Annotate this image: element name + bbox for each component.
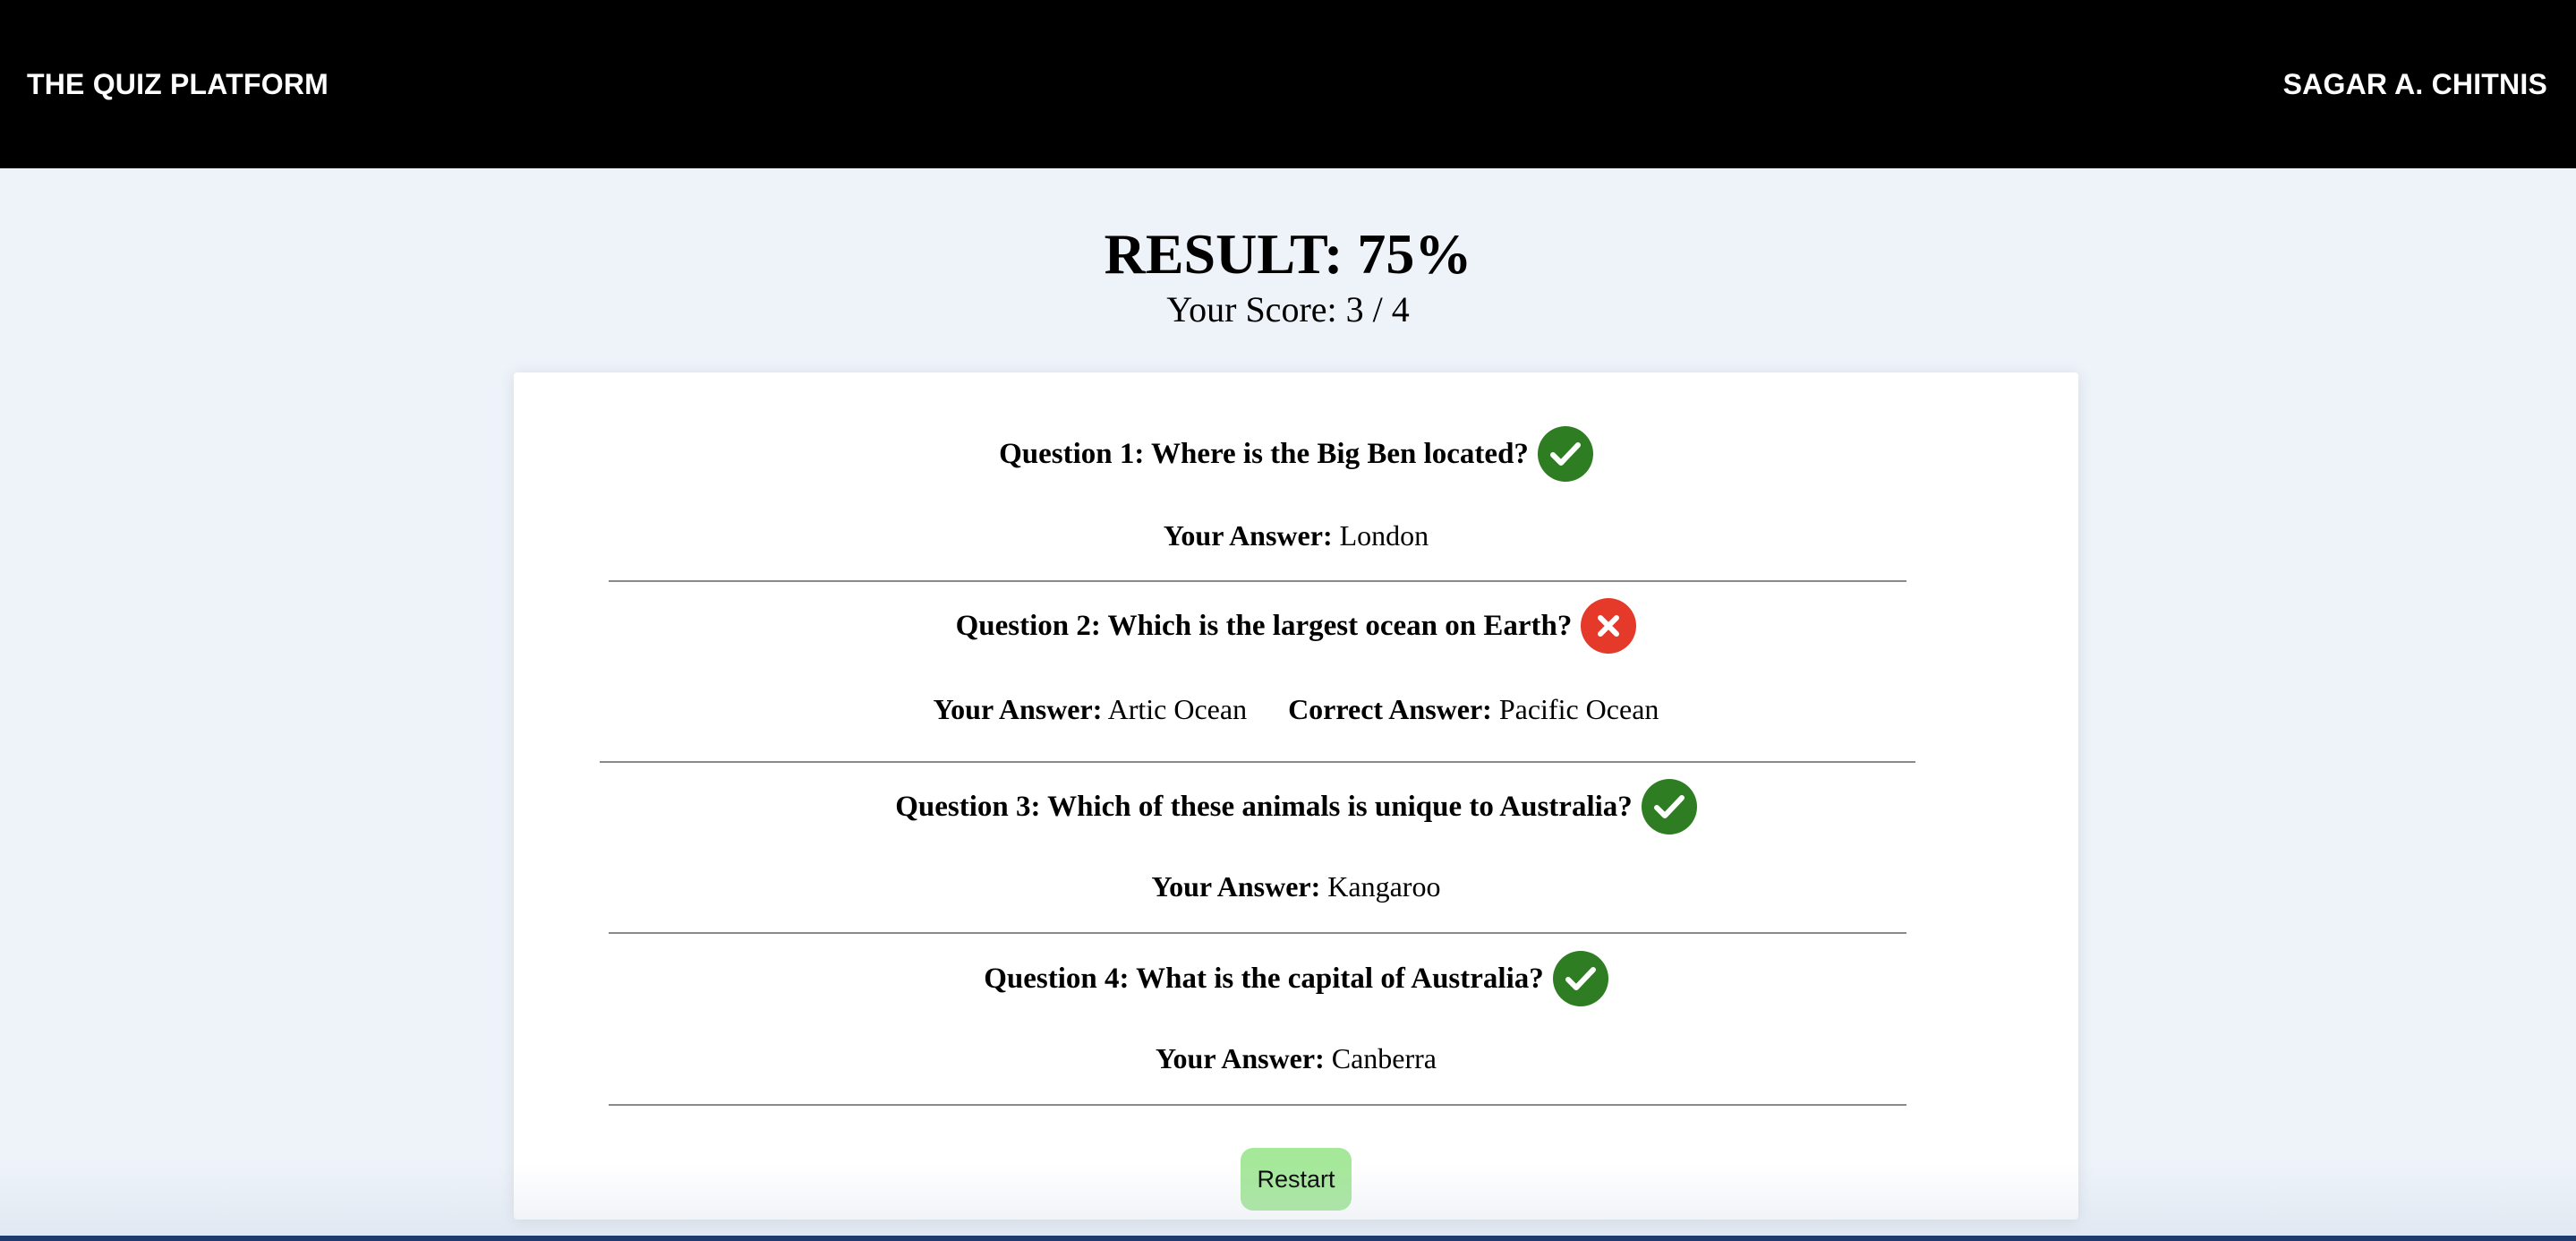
divider <box>609 580 1906 582</box>
bottom-edge <box>0 1236 2576 1241</box>
question-4-title: Question 4: What is the capital of Austr… <box>984 962 1544 995</box>
top-navbar: THE QUIZ PLATFORM SAGAR A. CHITNIS <box>0 0 2576 168</box>
your-answer-label: Your Answer: <box>1163 519 1333 552</box>
question-2-title: Question 2: Which is the largest ocean o… <box>955 609 1573 642</box>
divider <box>609 1104 1906 1106</box>
user-name: SAGAR A. CHITNIS <box>2282 67 2547 100</box>
question-4-title-row: Question 4: What is the capital of Austr… <box>514 950 2078 1007</box>
result-title: RESULT: 75% <box>1104 222 1472 286</box>
question-4-answer: Your Answer: Canberra <box>514 1040 2078 1076</box>
your-answer-value: Kangaroo <box>1327 870 1441 903</box>
score-line: Your Score: 3 / 4 <box>1166 289 1410 330</box>
your-answer-label: Your Answer: <box>1151 870 1321 903</box>
x-circle-icon <box>1581 598 1637 654</box>
divider <box>609 932 1906 934</box>
question-1-title-row: Question 1: Where is the Big Ben located… <box>514 425 2078 483</box>
correct-answer-label: Correct Answer: <box>1288 693 1492 725</box>
brand-title[interactable]: THE QUIZ PLATFORM <box>27 68 328 101</box>
divider <box>600 761 1915 763</box>
question-1-answer: Your Answer: London <box>514 518 2078 553</box>
correct-answer-value: Pacific Ocean <box>1498 693 1659 725</box>
check-circle-icon <box>1552 951 1608 1006</box>
question-3-title: Question 3: Which of these animals is un… <box>895 790 1633 823</box>
restart-button[interactable]: Restart <box>1241 1148 1352 1211</box>
your-answer-value: Canberra <box>1331 1042 1437 1074</box>
results-card: Question 1: Where is the Big Ben located… <box>514 372 2078 1220</box>
your-answer-value: Artic Ocean <box>1107 693 1248 725</box>
check-circle-icon <box>1537 426 1593 482</box>
question-3-answer: Your Answer: Kangaroo <box>514 869 2078 904</box>
your-answer-label: Your Answer: <box>1155 1042 1325 1074</box>
question-1-title: Question 1: Where is the Big Ben located… <box>999 437 1529 470</box>
question-2-title-row: Question 2: Which is the largest ocean o… <box>514 597 2078 655</box>
question-2-answer: Your Answer: Artic Ocean Correct Answer:… <box>514 691 2078 727</box>
your-answer-label: Your Answer: <box>933 693 1103 725</box>
check-circle-icon <box>1641 779 1697 834</box>
question-3-title-row: Question 3: Which of these animals is un… <box>514 778 2078 835</box>
your-answer-value: London <box>1339 519 1429 552</box>
